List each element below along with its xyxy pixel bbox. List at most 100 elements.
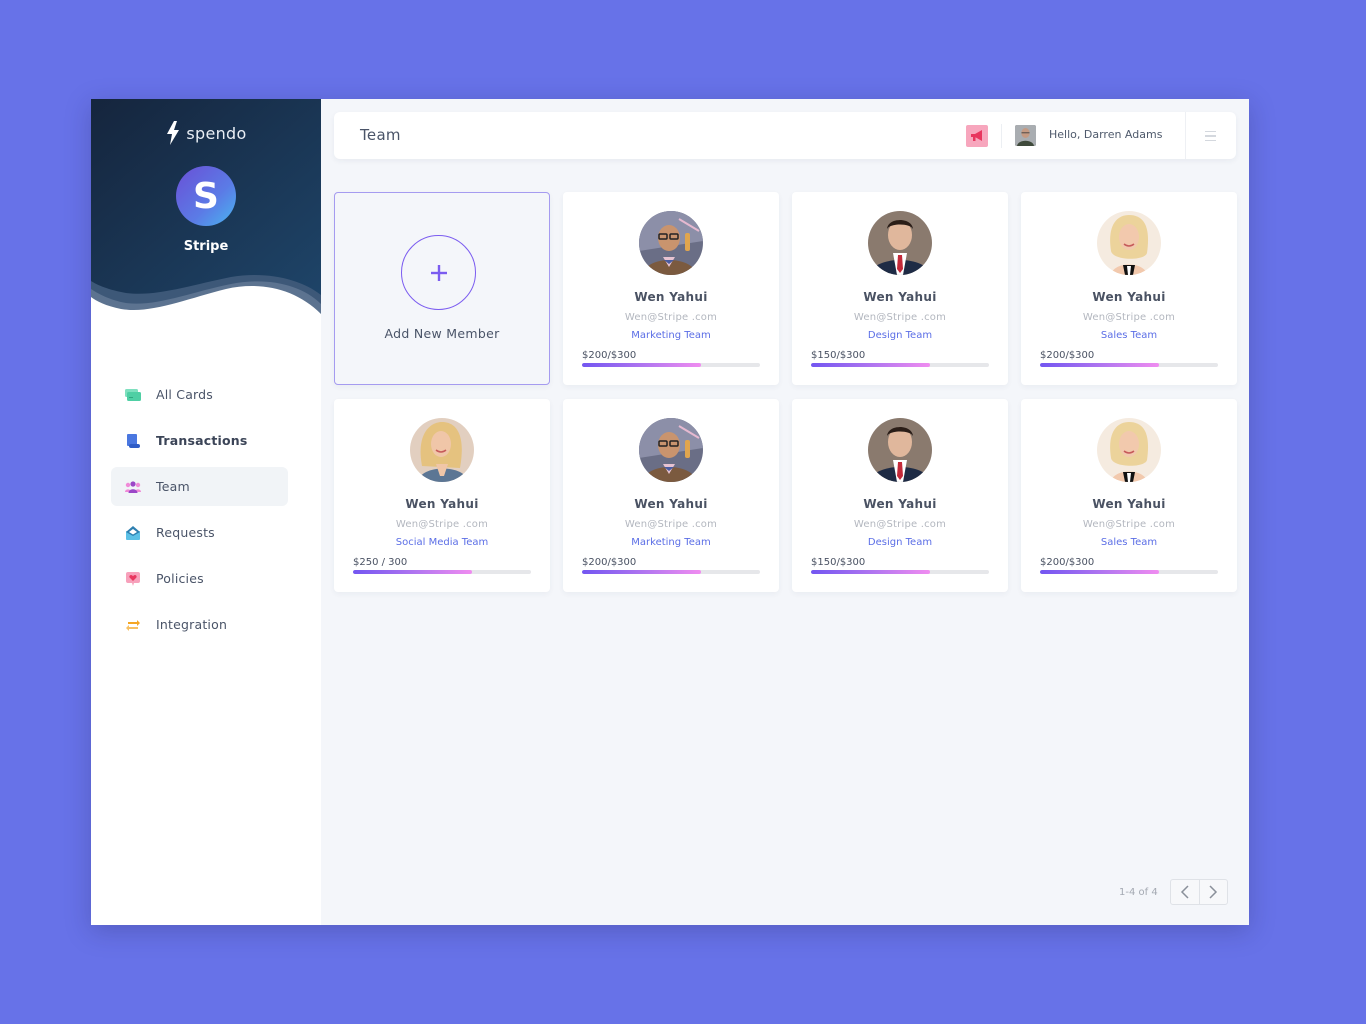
member-email: Wen@Stripe .com bbox=[1082, 312, 1176, 323]
notification-button[interactable] bbox=[966, 125, 988, 147]
add-member-card[interactable]: Add New Member bbox=[334, 192, 550, 385]
brand: spendo bbox=[91, 121, 321, 145]
sidebar-item-label: Transactions bbox=[156, 433, 248, 448]
budget-progress-fill bbox=[1040, 363, 1159, 367]
budget-label: $150/$300 bbox=[811, 557, 866, 568]
member-avatar bbox=[639, 211, 703, 275]
org-name: Stripe bbox=[183, 239, 229, 254]
pager bbox=[1169, 879, 1228, 905]
sidebar-item-policies[interactable]: Policies bbox=[111, 559, 288, 598]
user-greeting[interactable]: Hello, Darren Adams bbox=[1049, 128, 1162, 141]
member-avatar bbox=[1097, 211, 1161, 275]
sidebar-item-label: Policies bbox=[156, 571, 204, 586]
page-title: Team bbox=[360, 126, 401, 144]
budget-label: $200/$300 bbox=[1040, 350, 1095, 361]
budget-progress-fill bbox=[582, 363, 701, 367]
budget-progress-fill bbox=[582, 570, 701, 574]
budget-label: $150/$300 bbox=[811, 350, 866, 361]
user-avatar[interactable] bbox=[1015, 125, 1036, 146]
pagination: 1-4 of 4 bbox=[1119, 879, 1228, 905]
member-name: Wen Yahui bbox=[1092, 290, 1166, 304]
envelope-icon bbox=[125, 525, 141, 540]
member-card[interactable]: Wen Yahui Wen@Stripe .com Sales Team $200/$… bbox=[1021, 192, 1237, 385]
prev-page-button[interactable] bbox=[1171, 880, 1199, 904]
budget-progress-bar bbox=[353, 570, 531, 574]
header-divider bbox=[1001, 124, 1002, 148]
member-avatar bbox=[1097, 418, 1161, 482]
budget-label: $200/$300 bbox=[582, 557, 637, 568]
budget-label: $250 / 300 bbox=[353, 557, 408, 568]
lightning-logo-icon bbox=[167, 121, 180, 145]
heart-message-icon bbox=[125, 571, 141, 586]
sidebar-item-team[interactable]: Team bbox=[111, 467, 288, 506]
cards-icon bbox=[125, 388, 141, 402]
budget-progress-fill bbox=[811, 363, 930, 367]
budget-progress-bar bbox=[811, 363, 989, 367]
chevron-left-icon bbox=[1180, 885, 1189, 899]
member-card[interactable]: Wen Yahui Wen@Stripe .com Social Media Tea… bbox=[334, 399, 550, 592]
chevron-right-icon bbox=[1209, 885, 1218, 899]
budget-progress-bar bbox=[582, 363, 760, 367]
brand-name: spendo bbox=[186, 123, 247, 143]
scroll-icon bbox=[125, 433, 141, 448]
member-card[interactable]: Wen Yahui Wen@Stripe .com Marketing Team $2… bbox=[563, 399, 779, 592]
budget-label: $200/$300 bbox=[1040, 557, 1095, 568]
app-window: spendo S Stripe All Cards Transactions T… bbox=[91, 99, 1249, 925]
budget-progress-bar bbox=[811, 570, 989, 574]
member-email: Wen@Stripe .com bbox=[624, 312, 718, 323]
budget-progress-fill bbox=[1040, 570, 1159, 574]
hamburger-icon[interactable] bbox=[1200, 128, 1220, 144]
top-bar: Team Hello, Darren Adams bbox=[334, 112, 1236, 159]
menu-divider bbox=[1185, 112, 1186, 159]
org-avatar: S bbox=[176, 166, 236, 226]
member-card[interactable]: Wen Yahui Wen@Stripe .com Design Team $150/… bbox=[792, 192, 1008, 385]
budget-progress-bar bbox=[1040, 570, 1218, 574]
member-team-link[interactable]: Marketing Team bbox=[563, 537, 779, 548]
member-card[interactable]: Wen Yahui Wen@Stripe .com Sales Team $200/$… bbox=[1021, 399, 1237, 592]
member-name: Wen Yahui bbox=[863, 497, 937, 511]
plus-icon bbox=[401, 235, 476, 310]
member-avatar bbox=[639, 418, 703, 482]
member-email: Wen@Stripe .com bbox=[624, 519, 718, 530]
member-team-link[interactable]: Design Team bbox=[792, 330, 1008, 341]
member-avatar bbox=[410, 418, 474, 482]
sidebar-item-requests[interactable]: Requests bbox=[111, 513, 288, 552]
member-team-link[interactable]: Sales Team bbox=[1021, 537, 1237, 548]
member-card[interactable]: Wen Yahui Wen@Stripe .com Design Team $150/… bbox=[792, 399, 1008, 592]
megaphone-icon bbox=[971, 130, 982, 141]
sidebar-item-integration[interactable]: Integration bbox=[111, 605, 288, 644]
sidebar-item-label: Requests bbox=[156, 525, 215, 540]
budget-progress-bar bbox=[582, 570, 760, 574]
budget-progress-fill bbox=[811, 570, 930, 574]
budget-progress-bar bbox=[1040, 363, 1218, 367]
member-email: Wen@Stripe .com bbox=[853, 312, 947, 323]
member-email: Wen@Stripe .com bbox=[395, 519, 489, 530]
next-page-button[interactable] bbox=[1198, 880, 1227, 904]
member-card[interactable]: Wen Yahui Wen@Stripe .com Marketing Team $2… bbox=[563, 192, 779, 385]
member-email: Wen@Stripe .com bbox=[1082, 519, 1176, 530]
sidebar-item-label: Integration bbox=[156, 617, 228, 632]
sidebar-header: spendo S Stripe bbox=[91, 99, 321, 319]
member-name: Wen Yahui bbox=[863, 290, 937, 304]
sidebar-nav: All Cards Transactions Team Requests Pol… bbox=[111, 375, 288, 651]
member-avatar bbox=[868, 418, 932, 482]
sidebar-item-transactions[interactable]: Transactions bbox=[111, 421, 288, 460]
team-icon bbox=[125, 480, 141, 494]
member-name: Wen Yahui bbox=[405, 497, 479, 511]
budget-progress-fill bbox=[353, 570, 472, 574]
sidebar-item-label: All Cards bbox=[156, 387, 214, 402]
budget-label: $200/$300 bbox=[582, 350, 637, 361]
member-name: Wen Yahui bbox=[634, 497, 708, 511]
member-team-link[interactable]: Marketing Team bbox=[563, 330, 779, 341]
member-team-link[interactable]: Design Team bbox=[792, 537, 1008, 548]
sidebar: spendo S Stripe All Cards Transactions T… bbox=[91, 99, 321, 925]
member-name: Wen Yahui bbox=[1092, 497, 1166, 511]
sidebar-item-label: Team bbox=[156, 479, 190, 494]
member-avatar bbox=[868, 211, 932, 275]
add-member-label: Add New Member bbox=[384, 326, 500, 341]
member-team-link[interactable]: Sales Team bbox=[1021, 330, 1237, 341]
member-team-link[interactable]: Social Media Team bbox=[334, 537, 550, 548]
member-email: Wen@Stripe .com bbox=[853, 519, 947, 530]
sidebar-item-all-cards[interactable]: All Cards bbox=[111, 375, 288, 414]
member-name: Wen Yahui bbox=[634, 290, 708, 304]
